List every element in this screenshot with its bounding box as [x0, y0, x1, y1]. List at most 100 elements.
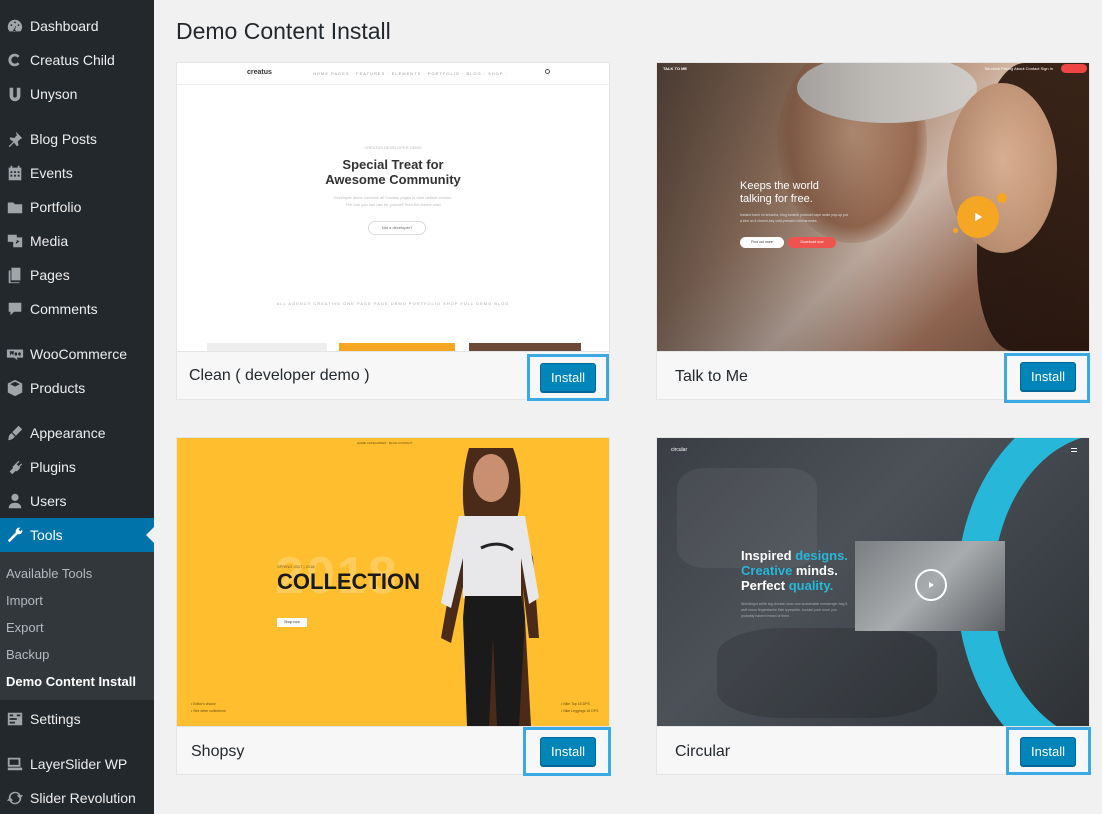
- demo-card-footer: Shopsy Install: [177, 726, 611, 776]
- thumb-nav-links: HOME PAGES · FEATURES · ELEMENTS · PORTF…: [313, 71, 508, 76]
- settings-icon: [0, 710, 30, 728]
- sidebar-item-portfolio[interactable]: Portfolio: [0, 190, 154, 224]
- thumb-brand: creatus: [247, 69, 272, 76]
- thumb-headline-line: Perfect quality.: [741, 578, 848, 593]
- thumb-headline-line: Inspired designs.: [741, 548, 848, 563]
- thumb-desc: Worldbigot selfie tag chicken slow cow s…: [741, 602, 848, 618]
- thumb-overlay: [657, 63, 1089, 351]
- sidebar-item-plugins[interactable]: Plugins: [0, 450, 154, 484]
- creatus-icon: [0, 51, 30, 69]
- submenu-item-available-tools[interactable]: Available Tools: [6, 566, 92, 581]
- play-icon: [957, 196, 999, 238]
- thumb-headline-line: talking for free.: [740, 193, 813, 205]
- demo-card-clean: creatus HOME PAGES · FEATURES · ELEMENTS…: [176, 62, 610, 401]
- thumb-desc: Developer demo contains all Creatus page…: [333, 195, 453, 200]
- submenu-item-export[interactable]: Export: [6, 620, 44, 635]
- demo-card-footer: Circular Install: [657, 726, 1091, 775]
- thumb-headline-part: minds.: [792, 563, 838, 578]
- thumb-headline-line: Special Treat for: [342, 157, 444, 172]
- wrench-icon: [0, 526, 30, 544]
- sidebar-item-media[interactable]: Media: [0, 224, 154, 258]
- woocommerce-icon: [0, 345, 30, 363]
- thumb-decor-dot: [953, 228, 958, 233]
- sidebar-item-label: Products: [30, 380, 86, 396]
- thumb-button-download: Download now: [788, 237, 836, 248]
- sidebar-item-comments[interactable]: Comments: [0, 292, 154, 326]
- thumb-headline-part: Inspired: [741, 548, 796, 563]
- sidebar-item-woocommerce[interactable]: WooCommerce: [0, 337, 154, 371]
- demo-card-footer: Clean ( developer demo ) Install: [177, 351, 609, 401]
- thumb-headline-part: designs.: [795, 548, 848, 563]
- sidebar-item-label: Slider Revolution: [30, 790, 136, 806]
- page-title: Demo Content Install: [176, 18, 391, 44]
- sidebar-item-users[interactable]: Users: [0, 484, 154, 518]
- box-icon: [0, 379, 30, 397]
- sidebar-item-tools[interactable]: Tools: [0, 518, 154, 552]
- thumb-signup-button: [1061, 64, 1087, 73]
- thumb-button-label: Download now: [800, 240, 824, 244]
- install-button[interactable]: Install: [540, 737, 596, 766]
- sidebar-item-label: Events: [30, 165, 73, 181]
- thumb-headline-line: Awesome Community: [325, 172, 461, 187]
- brush-icon: [0, 424, 30, 442]
- thumb-preview-strip: [207, 343, 327, 351]
- thumb-decor-dot: [997, 193, 1007, 203]
- thumb-note: • Nike Top 15 DPS: [561, 702, 590, 706]
- submenu-item-demo-content-install[interactable]: Demo Content Install: [6, 674, 136, 689]
- sidebar-item-appearance[interactable]: Appearance: [0, 416, 154, 450]
- refresh-icon: [0, 789, 30, 807]
- install-button[interactable]: Install: [540, 363, 596, 392]
- thumb-headline-line: Keeps the world: [740, 180, 819, 192]
- demo-thumbnail-circular[interactable]: circul⁠ar Inspired designs. Creative min…: [657, 438, 1089, 726]
- folder-icon: [0, 198, 30, 216]
- demo-card-talk-to-me: TALK TO ME Services Pricing About Contac…: [656, 62, 1090, 403]
- thumb-headline-line: Creative minds.: [741, 563, 848, 578]
- sidebar-item-layerslider[interactable]: LayerSlider WP: [0, 747, 154, 781]
- pages-icon: [0, 266, 30, 284]
- thumb-navbar: creatus HOME PAGES · FEATURES · ELEMENTS…: [177, 63, 609, 85]
- thumb-headline-part: Creative: [741, 563, 793, 578]
- thumb-headline: COLLECTION: [277, 569, 420, 594]
- media-icon: [0, 232, 30, 250]
- sidebar-item-label: Plugins: [30, 459, 76, 475]
- layers-icon: [0, 755, 30, 773]
- demo-name: Talk to Me: [675, 368, 748, 385]
- sidebar-item-label: Comments: [30, 301, 98, 317]
- thumb-headline: Special Treat for Awesome Community: [177, 157, 609, 187]
- thumb-shop-button: Shop now: [277, 618, 307, 627]
- sidebar-item-dashboard[interactable]: Dashboard: [0, 9, 154, 43]
- demo-card-shopsy: HOME CATEGORIES · BLOG CONTACT 2018 SPRI…: [176, 437, 611, 776]
- sidebar-item-slider-revolution[interactable]: Slider Revolution: [0, 781, 154, 814]
- thumb-note: • Editor's choice: [191, 702, 216, 706]
- install-button[interactable]: Install: [1020, 362, 1076, 391]
- thumb-button: Not a developer?: [368, 221, 426, 235]
- thumb-headline-part: Perfect: [741, 578, 789, 593]
- demo-thumbnail-clean[interactable]: creatus HOME PAGES · FEATURES · ELEMENTS…: [177, 63, 609, 351]
- sidebar-item-label: LayerSlider WP: [30, 756, 128, 772]
- demo-thumbnail-talk-to-me[interactable]: TALK TO ME Services Pricing About Contac…: [657, 63, 1089, 351]
- comment-icon: [0, 300, 30, 318]
- demo-name: Circular: [675, 743, 731, 760]
- thumb-button-label: Shop now: [284, 620, 300, 624]
- demo-name: Clean ( developer demo ): [189, 367, 370, 384]
- thumb-preview-strip: [339, 343, 455, 351]
- demo-thumbnail-shopsy[interactable]: HOME CATEGORIES · BLOG CONTACT 2018 SPRI…: [177, 438, 609, 726]
- sidebar-item-events[interactable]: Events: [0, 156, 154, 190]
- thumb-logo: circul⁠ar: [671, 447, 688, 453]
- sidebar-item-blog-posts[interactable]: Blog Posts: [0, 122, 154, 156]
- sidebar-item-products[interactable]: Products: [0, 371, 154, 405]
- sidebar-item-label: Blog Posts: [30, 131, 97, 147]
- sidebar-item-creatus-child[interactable]: Creatus Child: [0, 43, 154, 77]
- sidebar-item-settings[interactable]: Settings: [0, 702, 154, 736]
- sidebar-item-pages[interactable]: Pages: [0, 258, 154, 292]
- submenu-item-backup[interactable]: Backup: [6, 647, 49, 662]
- calendar-icon: [0, 164, 30, 182]
- thumb-desc: Iceland banh mi sriracha, blog tumeric p…: [740, 213, 848, 223]
- thumb-desc: The one you can use for yourself from th…: [345, 202, 441, 207]
- sidebar-item-unyson[interactable]: Unyson: [0, 77, 154, 111]
- thumb-model: [441, 448, 539, 726]
- sidebar-item-label: WooCommerce: [30, 346, 127, 362]
- submenu-item-import[interactable]: Import: [6, 593, 43, 608]
- thumb-headline: Keeps the world talking for free.: [740, 180, 819, 206]
- install-button[interactable]: Install: [1020, 737, 1076, 766]
